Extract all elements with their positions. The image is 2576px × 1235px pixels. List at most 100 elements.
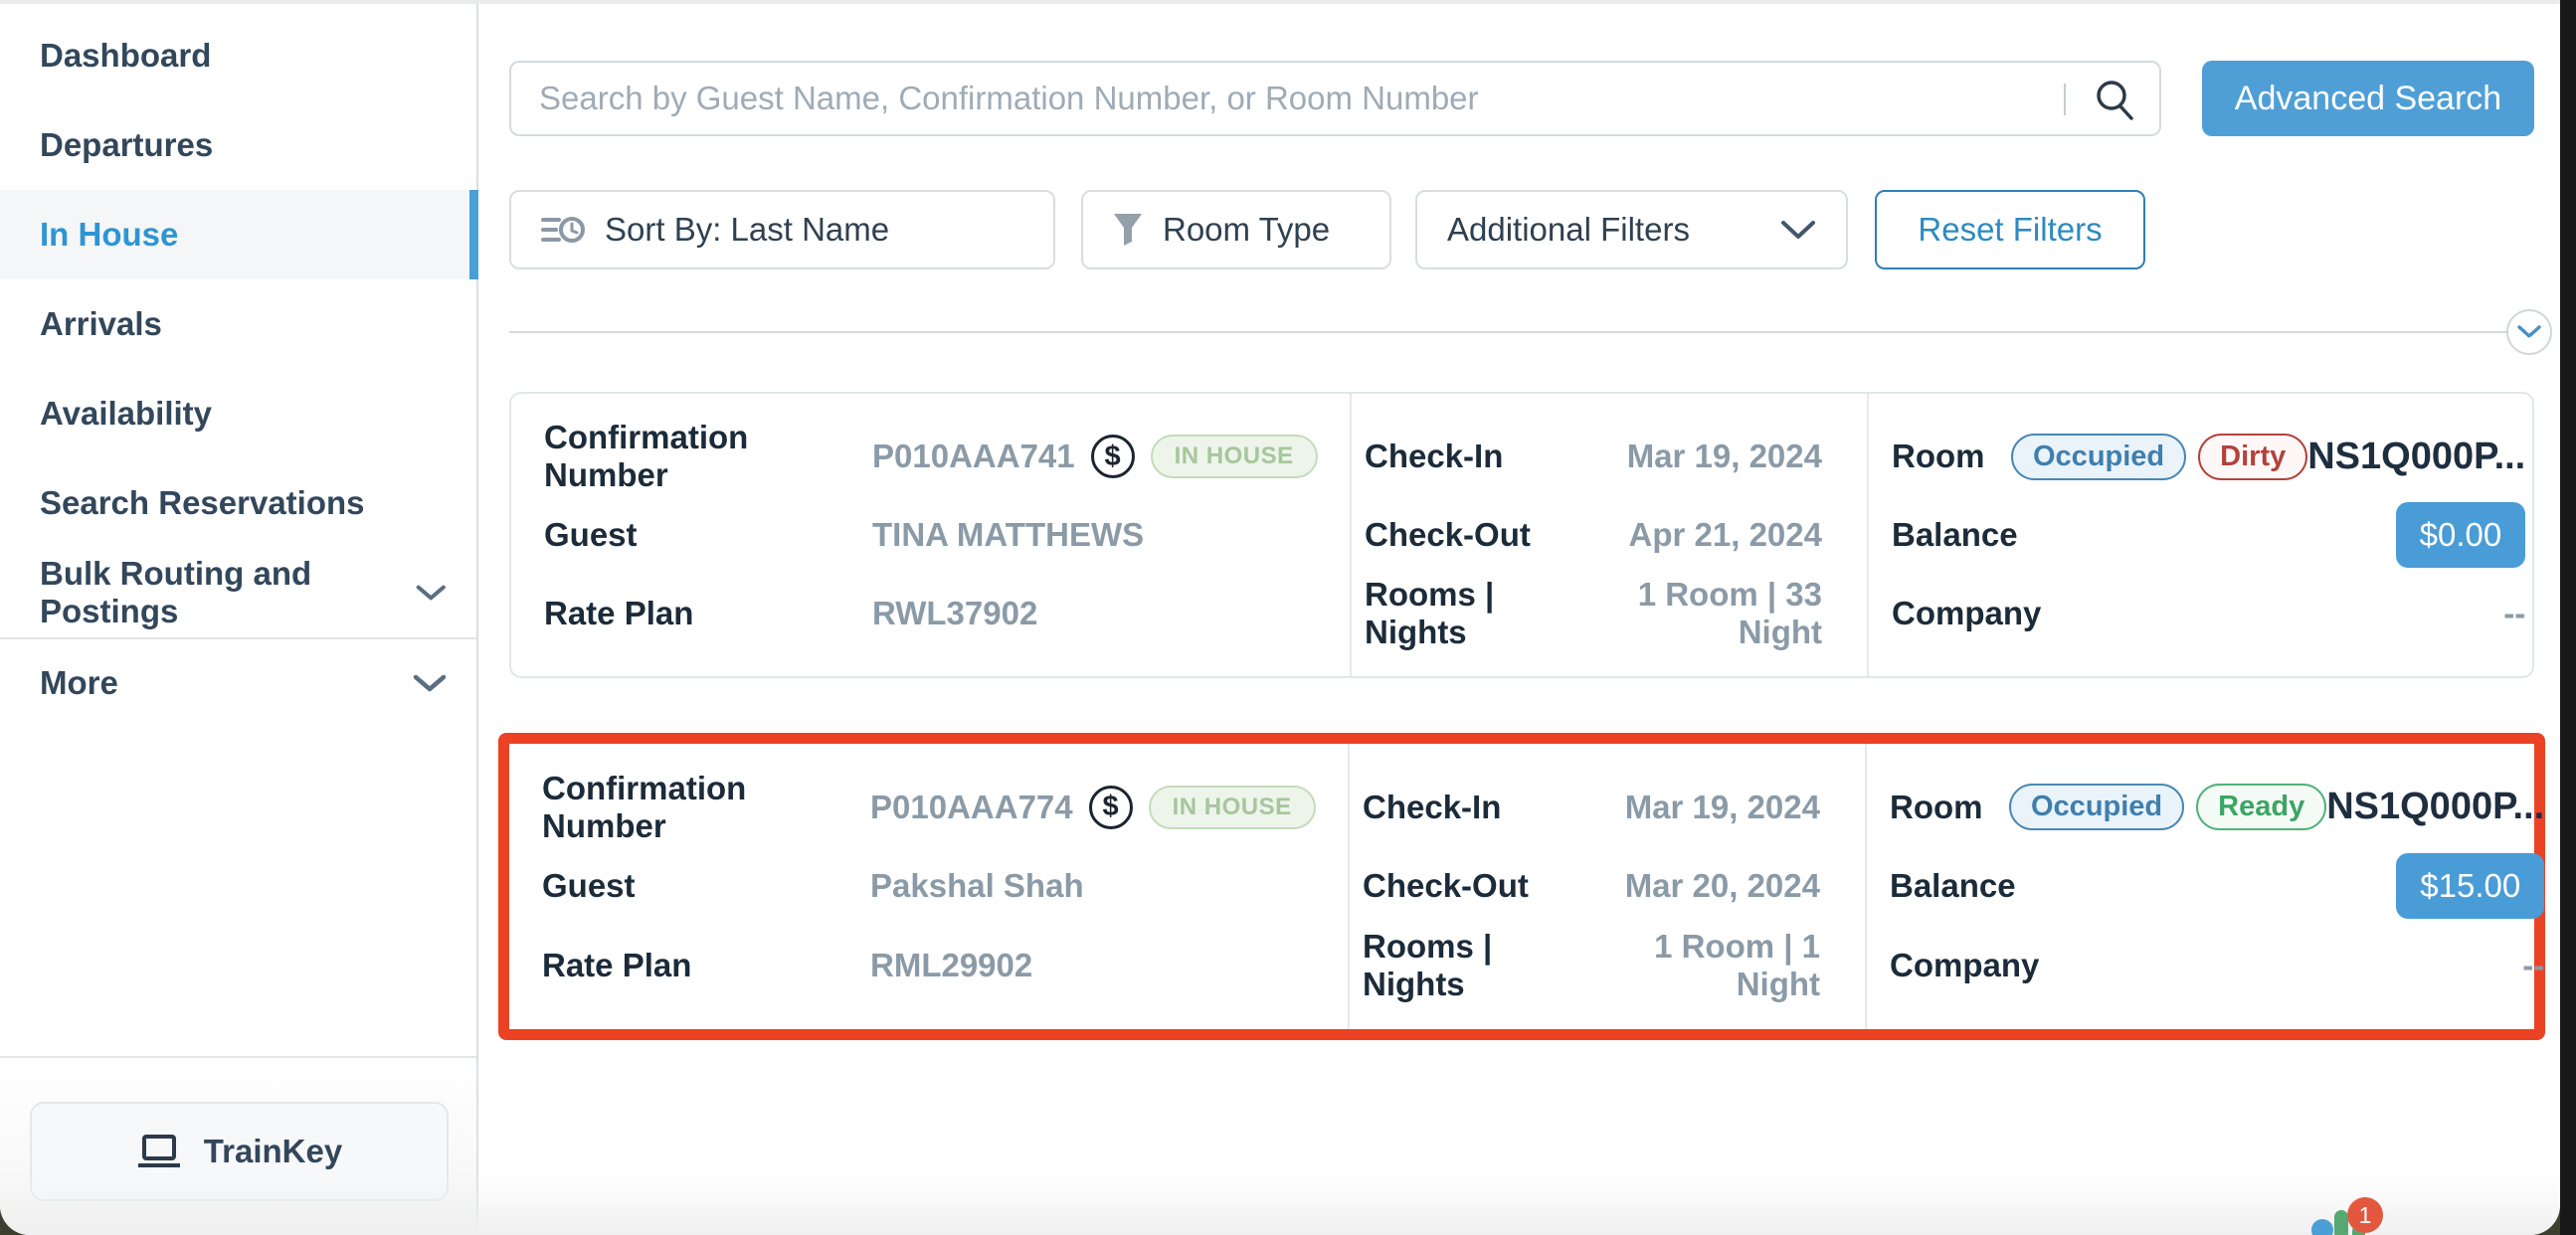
sidebar-nav: Dashboard Departures In House Arrivals A… [0,4,476,727]
status-badge: IN HOUSE [1151,435,1318,478]
confirmation-value: P010AAA774 [870,789,1073,826]
chat-logo-icon [2311,1219,2333,1235]
sidebar-item-availability[interactable]: Availability [0,369,476,458]
guest-label: Guest [544,516,872,554]
card-room-column: Room Occupied Dirty NS1Q000P... Balance … [1869,394,2545,676]
trainkey-label: TrainKey [204,1133,342,1170]
additional-filters-button[interactable]: Additional Filters [1415,190,1848,269]
sidebar-item-label: Search Reservations [40,484,365,522]
check-out-value: Mar 20, 2024 [1625,867,1820,905]
reservation-card[interactable]: Confirmation Number P010AAA741 $ IN HOUS… [509,392,2534,678]
chevron-down-icon [416,583,447,603]
sidebar-item-label: Arrivals [40,305,162,343]
guest-value: Pakshal Shah [870,867,1084,905]
guest-label: Guest [542,867,870,905]
balance-label: Balance [1890,867,2009,905]
reservation-card[interactable]: Confirmation Number P010AAA774 $ IN HOUS… [509,744,2534,1029]
sidebar-item-more[interactable]: More [0,637,476,727]
sidebar-item-search-reservations[interactable]: Search Reservations [0,458,476,548]
sidebar-item-bulk-routing[interactable]: Bulk Routing and Postings [0,548,476,637]
app-window: Dashboard Departures In House Arrivals A… [0,0,2560,1235]
card-identity-column: Confirmation Number P010AAA774 $ IN HOUS… [509,744,1350,1029]
room-housekeeping-pill: Dirty [2198,434,2307,480]
collapse-toggle-button[interactable] [2506,309,2552,355]
room-number: NS1Q000P... [2307,436,2525,478]
check-in-label: Check-In [1363,789,1596,826]
room-type-button[interactable]: Room Type [1081,190,1391,269]
company-value: -- [2503,595,2525,632]
chat-widget-button[interactable]: 1 [2298,1197,2467,1235]
sidebar-item-label: Bulk Routing and Postings [40,555,416,630]
sidebar-item-label: More [40,664,118,702]
search-icon[interactable] [2092,77,2137,122]
card-identity-column: Confirmation Number P010AAA741 $ IN HOUS… [511,394,1352,676]
company-label: Company [1890,947,2009,984]
unread-count-badge: 1 [2347,1197,2383,1233]
room-occupancy-pill: Occupied [2011,434,2186,480]
rate-plan-label: Rate Plan [542,947,870,984]
room-number: NS1Q000P... [2326,786,2544,828]
folio-dollar-icon[interactable]: $ [1089,786,1133,829]
chevron-down-icon [1780,219,1816,241]
room-label: Room [1892,438,2011,475]
check-in-value: Mar 19, 2024 [1627,438,1822,475]
room-housekeeping-pill: Ready [2196,784,2326,830]
background-window-edge [2560,0,2576,1235]
confirmation-label: Confirmation Number [544,419,872,494]
reset-filters-button[interactable]: Reset Filters [1875,190,2145,269]
sort-recent-icon [541,213,585,247]
company-label: Company [1892,595,2011,632]
sidebar-item-label: Availability [40,395,212,433]
rooms-nights-label: Rooms | Nights [1363,928,1596,1003]
room-occupancy-pill: Occupied [2009,784,2184,830]
sidebar-footer: TrainKey [0,1056,476,1235]
room-type-label: Room Type [1163,211,1330,249]
check-in-label: Check-In [1365,438,1598,475]
sort-by-button[interactable]: Sort By: Last Name [509,190,1055,269]
rooms-nights-value: 1 Room | 1 Night [1596,928,1820,1003]
card-stay-column: Check-In Mar 19, 2024 Check-Out Apr 21, … [1352,394,1869,676]
sidebar-item-departures[interactable]: Departures [0,100,476,190]
main-content: Advanced Search Sort By: Last Name Room … [480,4,2560,1235]
rooms-nights-label: Rooms | Nights [1365,576,1598,651]
rate-plan-value: RWL37902 [872,595,1037,632]
laptop-icon [136,1134,182,1169]
sidebar-item-label: Departures [40,126,213,164]
check-out-label: Check-Out [1363,867,1596,905]
search-input[interactable] [509,61,2161,136]
status-badge: IN HOUSE [1149,786,1316,829]
section-divider [509,331,2508,333]
rooms-nights-value: 1 Room | 33 Night [1598,576,1822,651]
check-in-value: Mar 19, 2024 [1625,789,1820,826]
sidebar-item-in-house[interactable]: In House [0,190,476,279]
guest-value: TINA MATTHEWS [872,516,1144,554]
chat-logo-icon [2334,1210,2348,1235]
sidebar: Dashboard Departures In House Arrivals A… [0,4,478,1235]
advanced-search-button[interactable]: Advanced Search [2202,61,2534,136]
card-room-column: Room Occupied Ready NS1Q000P... Balance … [1867,744,2560,1029]
balance-button[interactable]: $0.00 [2396,502,2526,568]
trainkey-button[interactable]: TrainKey [30,1102,449,1201]
sidebar-item-label: Dashboard [40,37,211,75]
filter-funnel-icon [1113,213,1143,247]
search-input-divider [2064,84,2066,115]
confirmation-value: P010AAA741 [872,438,1075,475]
balance-label: Balance [1892,516,2011,554]
room-label: Room [1890,789,2009,826]
sidebar-item-label: In House [40,216,178,254]
reset-filters-label: Reset Filters [1918,211,2102,249]
rate-plan-value: RML29902 [870,947,1032,984]
chevron-down-icon [2517,325,2541,339]
folio-dollar-icon[interactable]: $ [1091,435,1135,478]
highlight-box: Confirmation Number P010AAA774 $ IN HOUS… [498,733,2545,1040]
balance-button[interactable]: $15.00 [2396,853,2544,919]
sidebar-item-arrivals[interactable]: Arrivals [0,279,476,369]
company-value: -- [2522,947,2544,984]
additional-filters-label: Additional Filters [1447,211,1690,249]
confirmation-label: Confirmation Number [542,770,870,845]
card-stay-column: Check-In Mar 19, 2024 Check-Out Mar 20, … [1350,744,1867,1029]
sidebar-item-dashboard[interactable]: Dashboard [0,11,476,100]
check-out-label: Check-Out [1365,516,1598,554]
chevron-down-icon [413,673,447,693]
rate-plan-label: Rate Plan [544,595,872,632]
